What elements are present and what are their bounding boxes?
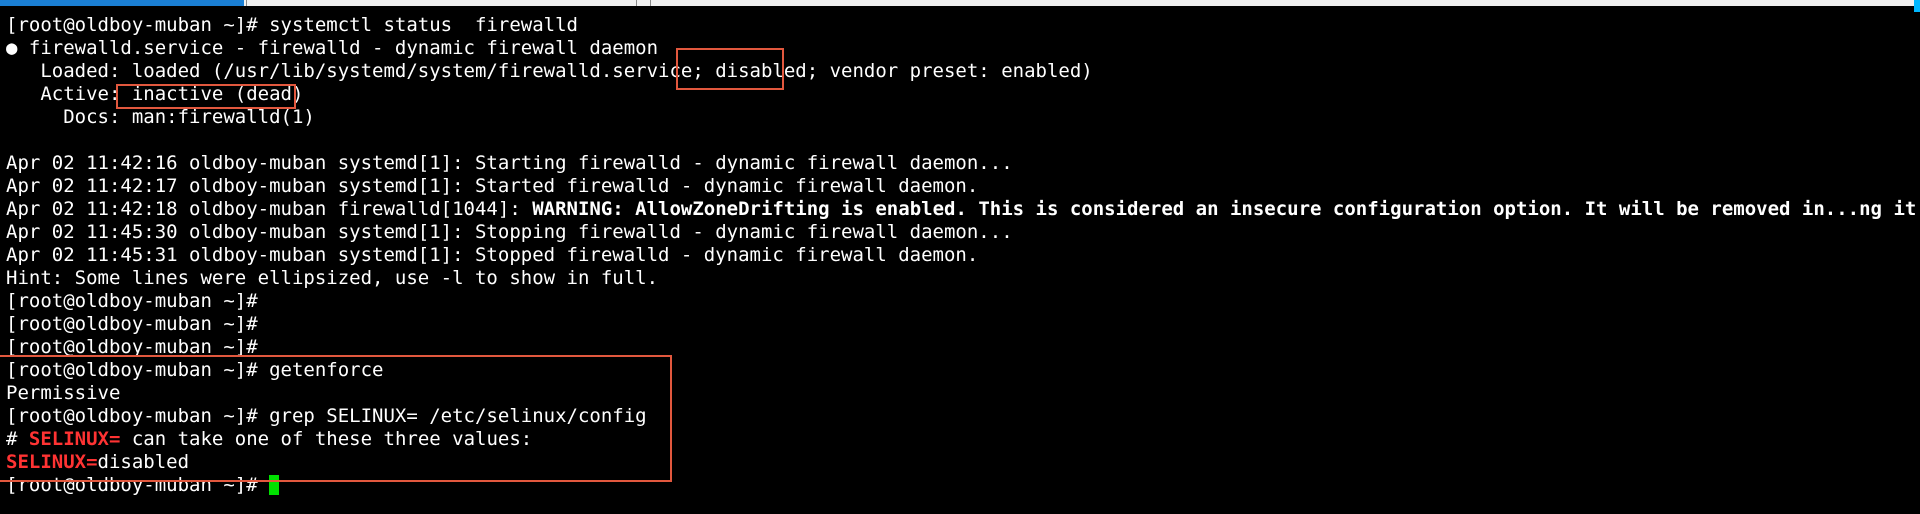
tab-separator: [636, 0, 637, 6]
highlight-box-inactive: [116, 84, 296, 109]
warning-prefix: Apr 02 11:42:18 oldboy-muban firewalld[1…: [6, 198, 533, 220]
terminal-line: Apr 02 11:45:30 oldboy-muban systemd[1]:…: [6, 221, 1013, 243]
terminal-line: Apr 02 11:42:16 oldboy-muban systemd[1]:…: [6, 152, 1013, 174]
terminal-prompt-line: [root@oldboy-muban ~]#: [6, 313, 258, 335]
session-tab-bar: [0, 0, 1920, 12]
terminal-line: Apr 02 11:42:17 oldboy-muban systemd[1]:…: [6, 175, 979, 197]
terminal-prompt-line: [root@oldboy-muban ~]#: [6, 290, 258, 312]
highlight-box-selinux: [0, 355, 672, 482]
terminal-line: Loaded: loaded (/usr/lib/systemd/system/…: [6, 60, 1093, 82]
terminal-line: [root@oldboy-muban ~]# systemctl status …: [6, 14, 578, 36]
terminal-line: Hint: Some lines were ellipsized, use -l…: [6, 267, 659, 289]
terminal-line: Docs: man:firewalld(1): [6, 106, 315, 128]
scrollbar-indicator[interactable]: [1914, 0, 1920, 12]
tab-separator: [246, 0, 247, 6]
warning-text: WARNING: AllowZoneDrifting is enabled. T…: [532, 198, 1920, 220]
terminal-line: Apr 02 11:45:31 oldboy-muban systemd[1]:…: [6, 244, 979, 266]
session-tab-active[interactable]: [0, 0, 244, 6]
tab-separator: [650, 0, 651, 6]
terminal-line: ● firewalld.service - firewalld - dynami…: [6, 37, 659, 59]
highlight-box-disabled: [676, 48, 784, 90]
terminal-warning-line: Apr 02 11:42:18 oldboy-muban firewalld[1…: [6, 198, 1918, 221]
